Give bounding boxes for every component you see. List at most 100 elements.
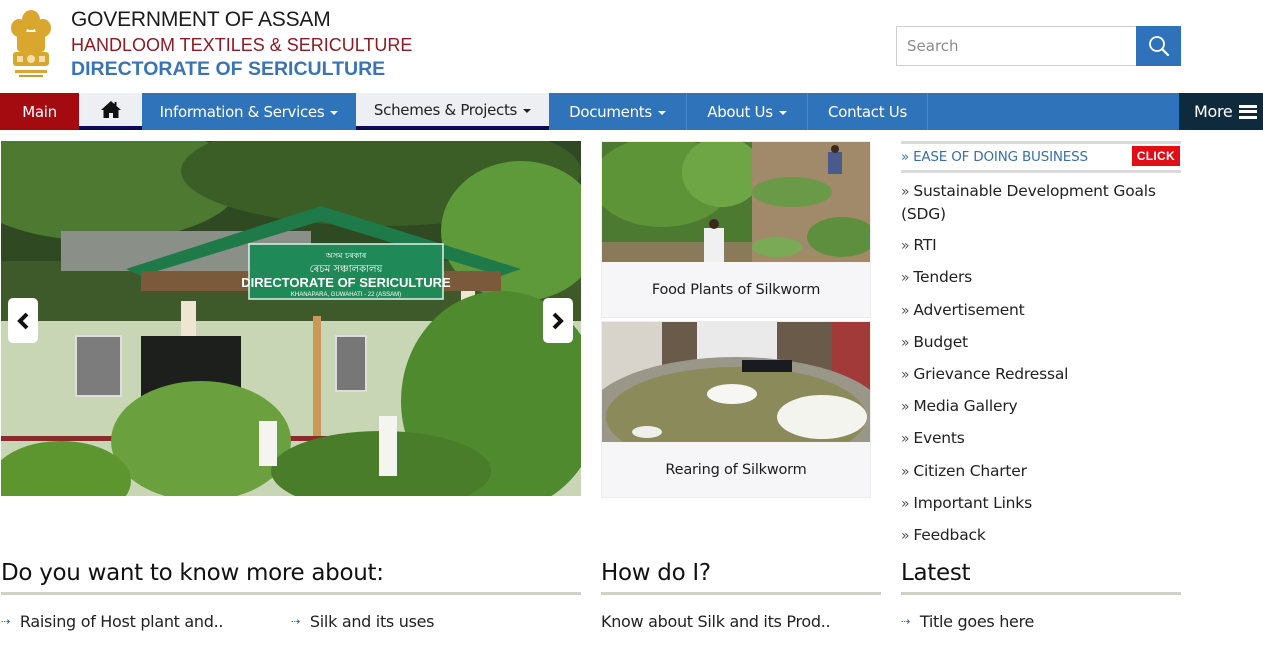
know-more-link-silk-uses[interactable]: ⇢ Silk and its uses <box>291 612 435 631</box>
sidebar-link-citizen-charter[interactable]: » Citizen Charter <box>901 460 1181 483</box>
know-more-heading: Do you want to know more about: <box>1 560 384 586</box>
latest-heading: Latest <box>901 560 971 586</box>
click-badge[interactable]: CLICK <box>1131 146 1180 166</box>
nav-about-us-label: About Us <box>707 102 773 121</box>
sidebar-link-label: Advertisement <box>913 300 1025 319</box>
nav-schemes-projects-label: Schemes & Projects <box>373 100 518 119</box>
slide-image-building: অসম চৰকাৰ ৰেচম সঞ্চালকালয় DIRECTORATE O… <box>1 141 581 496</box>
card-rearing[interactable]: Rearing of Silkworm <box>601 321 871 498</box>
know-more-link-host-plant[interactable]: ⇢ Raising of Host plant and.. <box>1 612 291 631</box>
image-slider[interactable]: অসম চৰকাৰ ৰেচম সঞ্চালকালয় DIRECTORATE O… <box>1 141 581 496</box>
section-divider <box>1 592 581 595</box>
sidebar-link-label: Important Links <box>913 493 1032 512</box>
link-label: Title goes here <box>919 612 1035 631</box>
dotted-arrow-icon: ⇢ <box>901 615 910 628</box>
nav-information-services-label: Information & Services <box>159 102 325 121</box>
state-emblem-icon[interactable] <box>9 6 53 82</box>
government-title: GOVERNMENT OF ASSAM <box>71 8 331 31</box>
link-label: Know about Silk and its Prod.. <box>601 612 831 631</box>
sign-top-text: অসম চৰকাৰ <box>325 251 367 260</box>
double-chevron-icon: » <box>901 366 910 383</box>
quick-links-sidebar: » EASE OF DOING BUSINESS CLICK » Sustaina… <box>901 141 1181 556</box>
sidebar-link-label: Events <box>913 429 965 448</box>
chevron-left-icon <box>17 312 29 329</box>
sidebar-link-tenders[interactable]: » Tenders <box>901 266 1181 289</box>
sidebar-link-feedback[interactable]: » Feedback <box>901 524 1181 547</box>
caret-down-icon <box>330 111 339 115</box>
sidebar-link-budget[interactable]: » Budget <box>901 331 1181 354</box>
nav-contact-us-label: Contact Us <box>828 102 907 121</box>
double-chevron-icon: » <box>901 399 910 416</box>
slider-prev-button[interactable] <box>8 298 38 343</box>
chevron-right-icon <box>552 312 564 329</box>
nav-schemes-projects[interactable]: Schemes & Projects <box>356 93 549 130</box>
ease-of-doing-business-link[interactable]: » EASE OF DOING BUSINESS CLICK <box>901 141 1181 173</box>
card-caption-rearing: Rearing of Silkworm <box>665 461 807 478</box>
sidebar-link-list: » Sustainable Development Goals (SDG) » RT… <box>901 180 1181 547</box>
home-icon <box>100 101 121 118</box>
sidebar-link-label: Media Gallery <box>913 397 1018 416</box>
sign-sub-text: KHANAPARA, GUWAHATI - 22 (ASSAM) <box>291 292 401 298</box>
sidebar-link-label: Tenders <box>913 268 972 287</box>
search-button[interactable] <box>1136 26 1181 66</box>
latest-section: Latest ⇢ Title goes here <box>901 555 1181 631</box>
sidebar-link-rti[interactable]: » RTI <box>901 234 1181 257</box>
ease-of-doing-business-label: EASE OF DOING BUSINESS <box>913 149 1088 165</box>
card-food-plants[interactable]: Food Plants of Silkworm <box>601 141 871 318</box>
card-image-food-plants <box>602 142 870 262</box>
sidebar-link-sdg[interactable]: » Sustainable Development Goals (SDG) <box>901 180 1181 225</box>
sidebar-link-label: Citizen Charter <box>913 461 1027 480</box>
sign-main-text: DIRECTORATE OF SERICULTURE <box>241 275 451 290</box>
caret-down-icon <box>523 109 532 113</box>
double-chevron-icon: » <box>901 463 910 480</box>
search-input[interactable] <box>896 26 1137 66</box>
sidebar-link-label: RTI <box>913 236 937 255</box>
main-navigation: Main Information & Services Schemes & Pr… <box>0 93 1263 130</box>
double-chevron-icon: » <box>901 149 910 165</box>
card-image-rearing <box>602 322 870 442</box>
nav-more-label: More <box>1194 102 1233 121</box>
know-more-section: Do you want to know more about: ⇢ Raising… <box>1 555 581 631</box>
sidebar-link-label: Sustainable Development Goals (SDG) <box>901 182 1156 223</box>
how-do-i-heading: How do I? <box>601 560 711 586</box>
double-chevron-icon: » <box>901 238 910 255</box>
section-divider <box>901 592 1181 595</box>
site-header: GOVERNMENT OF ASSAM HANDLOOM TEXTILES & … <box>0 0 1263 93</box>
directorate-title[interactable]: DIRECTORATE OF SERICULTURE <box>71 57 412 81</box>
dotted-arrow-icon: ⇢ <box>1 615 10 628</box>
sidebar-link-grievance[interactable]: » Grievance Redressal <box>901 363 1181 386</box>
sidebar-link-advertisement[interactable]: » Advertisement <box>901 299 1181 322</box>
nav-documents[interactable]: Documents <box>549 93 687 130</box>
sidebar-link-media-gallery[interactable]: » Media Gallery <box>901 395 1181 418</box>
card-caption-food-plants: Food Plants of Silkworm <box>651 281 821 298</box>
nav-main[interactable]: Main <box>0 93 79 130</box>
link-label: Silk and its uses <box>309 612 435 631</box>
nav-home[interactable] <box>79 93 142 130</box>
double-chevron-icon: » <box>901 184 910 200</box>
nav-more[interactable]: More <box>1179 93 1263 130</box>
sign-assamese-text: ৰেচম সঞ্চালকালয় <box>310 264 384 275</box>
double-chevron-icon: » <box>901 334 910 351</box>
dotted-arrow-icon: ⇢ <box>291 615 300 628</box>
sidebar-link-events[interactable]: » Events <box>901 427 1181 450</box>
nav-about-us[interactable]: About Us <box>687 93 808 130</box>
nav-contact-us[interactable]: Contact Us <box>808 93 928 130</box>
how-do-i-section: How do I? Know about Silk and its Prod.. <box>601 555 881 631</box>
sidebar-link-important-links[interactable]: » Important Links <box>901 492 1181 515</box>
search-box <box>896 26 1181 66</box>
double-chevron-icon: » <box>901 431 910 448</box>
sidebar-link-label: Grievance Redressal <box>913 364 1069 383</box>
nav-information-services[interactable]: Information & Services <box>142 93 356 130</box>
double-chevron-icon: » <box>901 527 910 544</box>
double-chevron-icon: » <box>901 495 910 512</box>
caret-down-icon <box>778 111 787 115</box>
double-chevron-icon: » <box>901 302 910 319</box>
nav-documents-label: Documents <box>569 102 652 121</box>
search-icon <box>1148 36 1169 57</box>
nav-main-label: Main <box>22 102 57 121</box>
slider-next-button[interactable] <box>543 298 573 343</box>
how-do-i-link-silk-products[interactable]: Know about Silk and its Prod.. <box>601 612 831 631</box>
department-title: HANDLOOM TEXTILES & SERICULTURE <box>71 35 413 55</box>
latest-link-item[interactable]: ⇢ Title goes here <box>901 612 1034 631</box>
caret-down-icon <box>657 111 666 115</box>
